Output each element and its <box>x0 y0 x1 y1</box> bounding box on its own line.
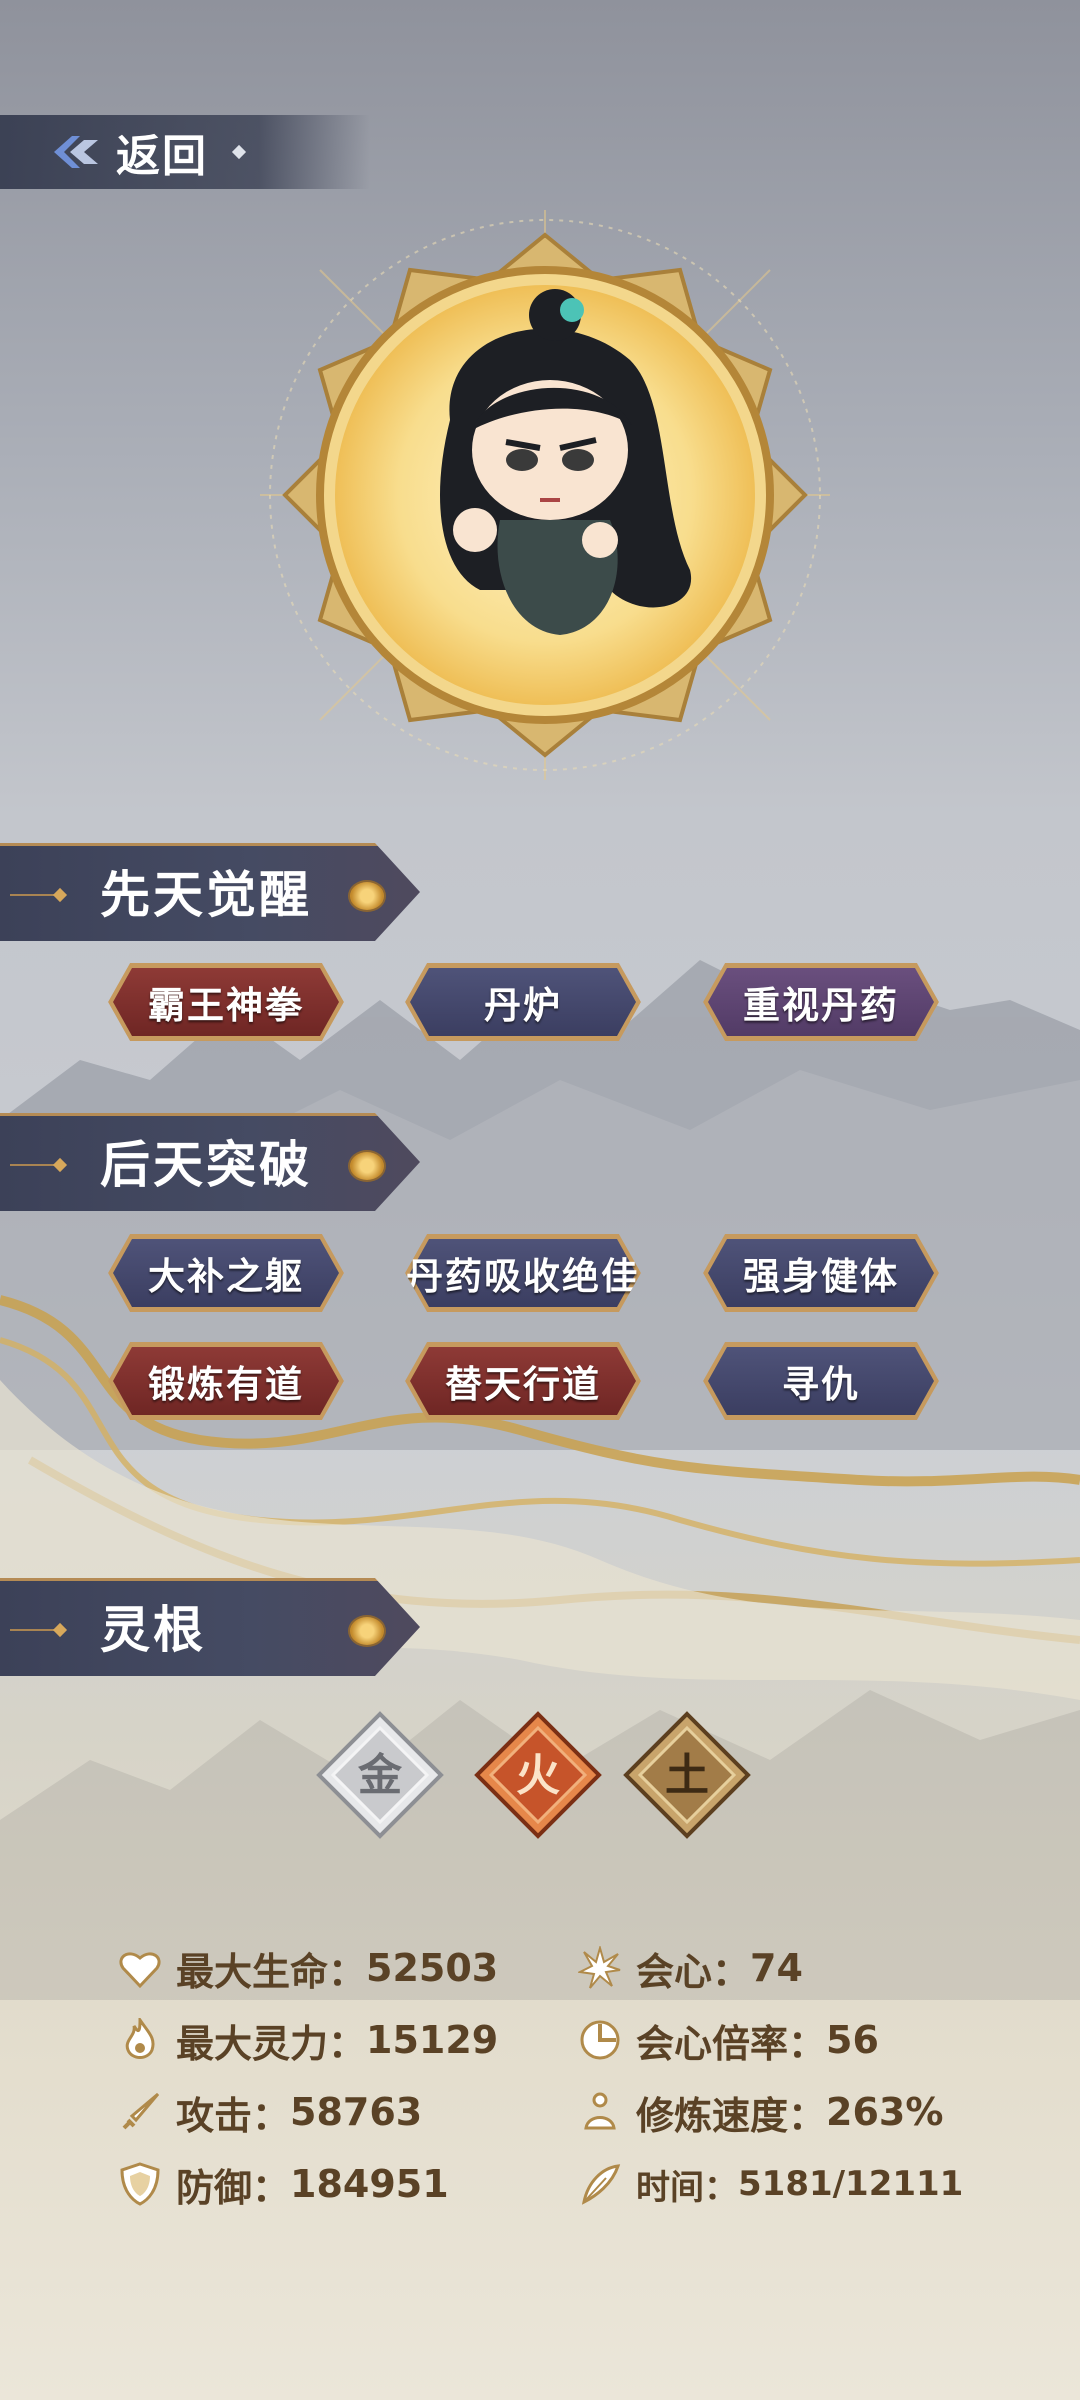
stat-max-hp: 最大生命： 52503 <box>118 1938 498 1998</box>
acquired-trait-5[interactable]: 寻仇 <box>703 1342 939 1420</box>
spirit-root-header: 灵根 <box>0 1578 420 1676</box>
decor-dot <box>52 887 68 903</box>
sword-icon <box>122 2092 160 2130</box>
target-icon <box>580 2020 620 2060</box>
stat-attack: 攻击： 58763 <box>118 2082 422 2142</box>
decor-dot <box>52 1157 68 1173</box>
acquired-breakthrough-header: 后天突破 <box>0 1113 420 1211</box>
heart-icon <box>119 1952 161 1989</box>
gem-icon <box>348 1615 386 1647</box>
feather-icon <box>581 2164 621 2205</box>
metal-root-icon[interactable]: 金 <box>315 1710 445 1840</box>
stat-cultivation-speed: 修炼速度： 263% <box>578 2082 943 2142</box>
earth-root-icon[interactable]: 土 <box>622 1710 752 1840</box>
acquired-trait-0[interactable]: 大补之躯 <box>108 1234 344 1312</box>
svg-text:土: 土 <box>665 1750 709 1801</box>
stat-crit-rate: 会心倍率： 56 <box>578 2010 879 2070</box>
decor-line <box>10 1164 55 1166</box>
shield-icon <box>120 2162 160 2206</box>
fire-root-icon[interactable]: 火 <box>473 1710 603 1840</box>
decor-line <box>10 1629 55 1631</box>
flame-icon <box>125 2018 155 2059</box>
acquired-trait-1[interactable]: 丹药吸收绝佳 <box>405 1234 641 1312</box>
spirit-root-title: 灵根 <box>100 1601 206 1659</box>
acquired-breakthrough-title: 后天突破 <box>100 1136 312 1194</box>
innate-trait-1[interactable]: 丹炉 <box>405 963 641 1041</box>
stat-max-spirit: 最大灵力： 15129 <box>118 2010 498 2070</box>
stat-time: 时间： 5181/12111 <box>578 2154 963 2214</box>
stat-crit: 会心： 74 <box>578 1938 803 1998</box>
meditate-icon <box>584 2092 616 2130</box>
stat-defense: 防御： 184951 <box>118 2154 449 2214</box>
svg-text:火: 火 <box>516 1750 560 1801</box>
starburst-icon <box>578 1946 621 1989</box>
back-arrow-icon <box>54 136 98 168</box>
gem-icon <box>348 880 386 912</box>
decor-line <box>10 894 55 896</box>
innate-awakening-header: 先天觉醒 <box>0 843 420 941</box>
acquired-trait-4[interactable]: 替天行道 <box>405 1342 641 1420</box>
svg-text:金: 金 <box>357 1750 403 1801</box>
character-avatar <box>260 210 830 780</box>
back-label: 返回 <box>116 131 208 182</box>
acquired-trait-3[interactable]: 锻炼有道 <box>108 1342 344 1420</box>
decor-dot <box>231 144 247 160</box>
gem-icon <box>348 1150 386 1182</box>
innate-trait-0[interactable]: 霸王神拳 <box>108 963 344 1041</box>
innate-awakening-title: 先天觉醒 <box>100 866 312 924</box>
back-button[interactable]: 返回 <box>0 115 370 189</box>
acquired-trait-2[interactable]: 强身健体 <box>703 1234 939 1312</box>
innate-trait-2[interactable]: 重视丹药 <box>703 963 939 1041</box>
decor-dot <box>52 1622 68 1638</box>
